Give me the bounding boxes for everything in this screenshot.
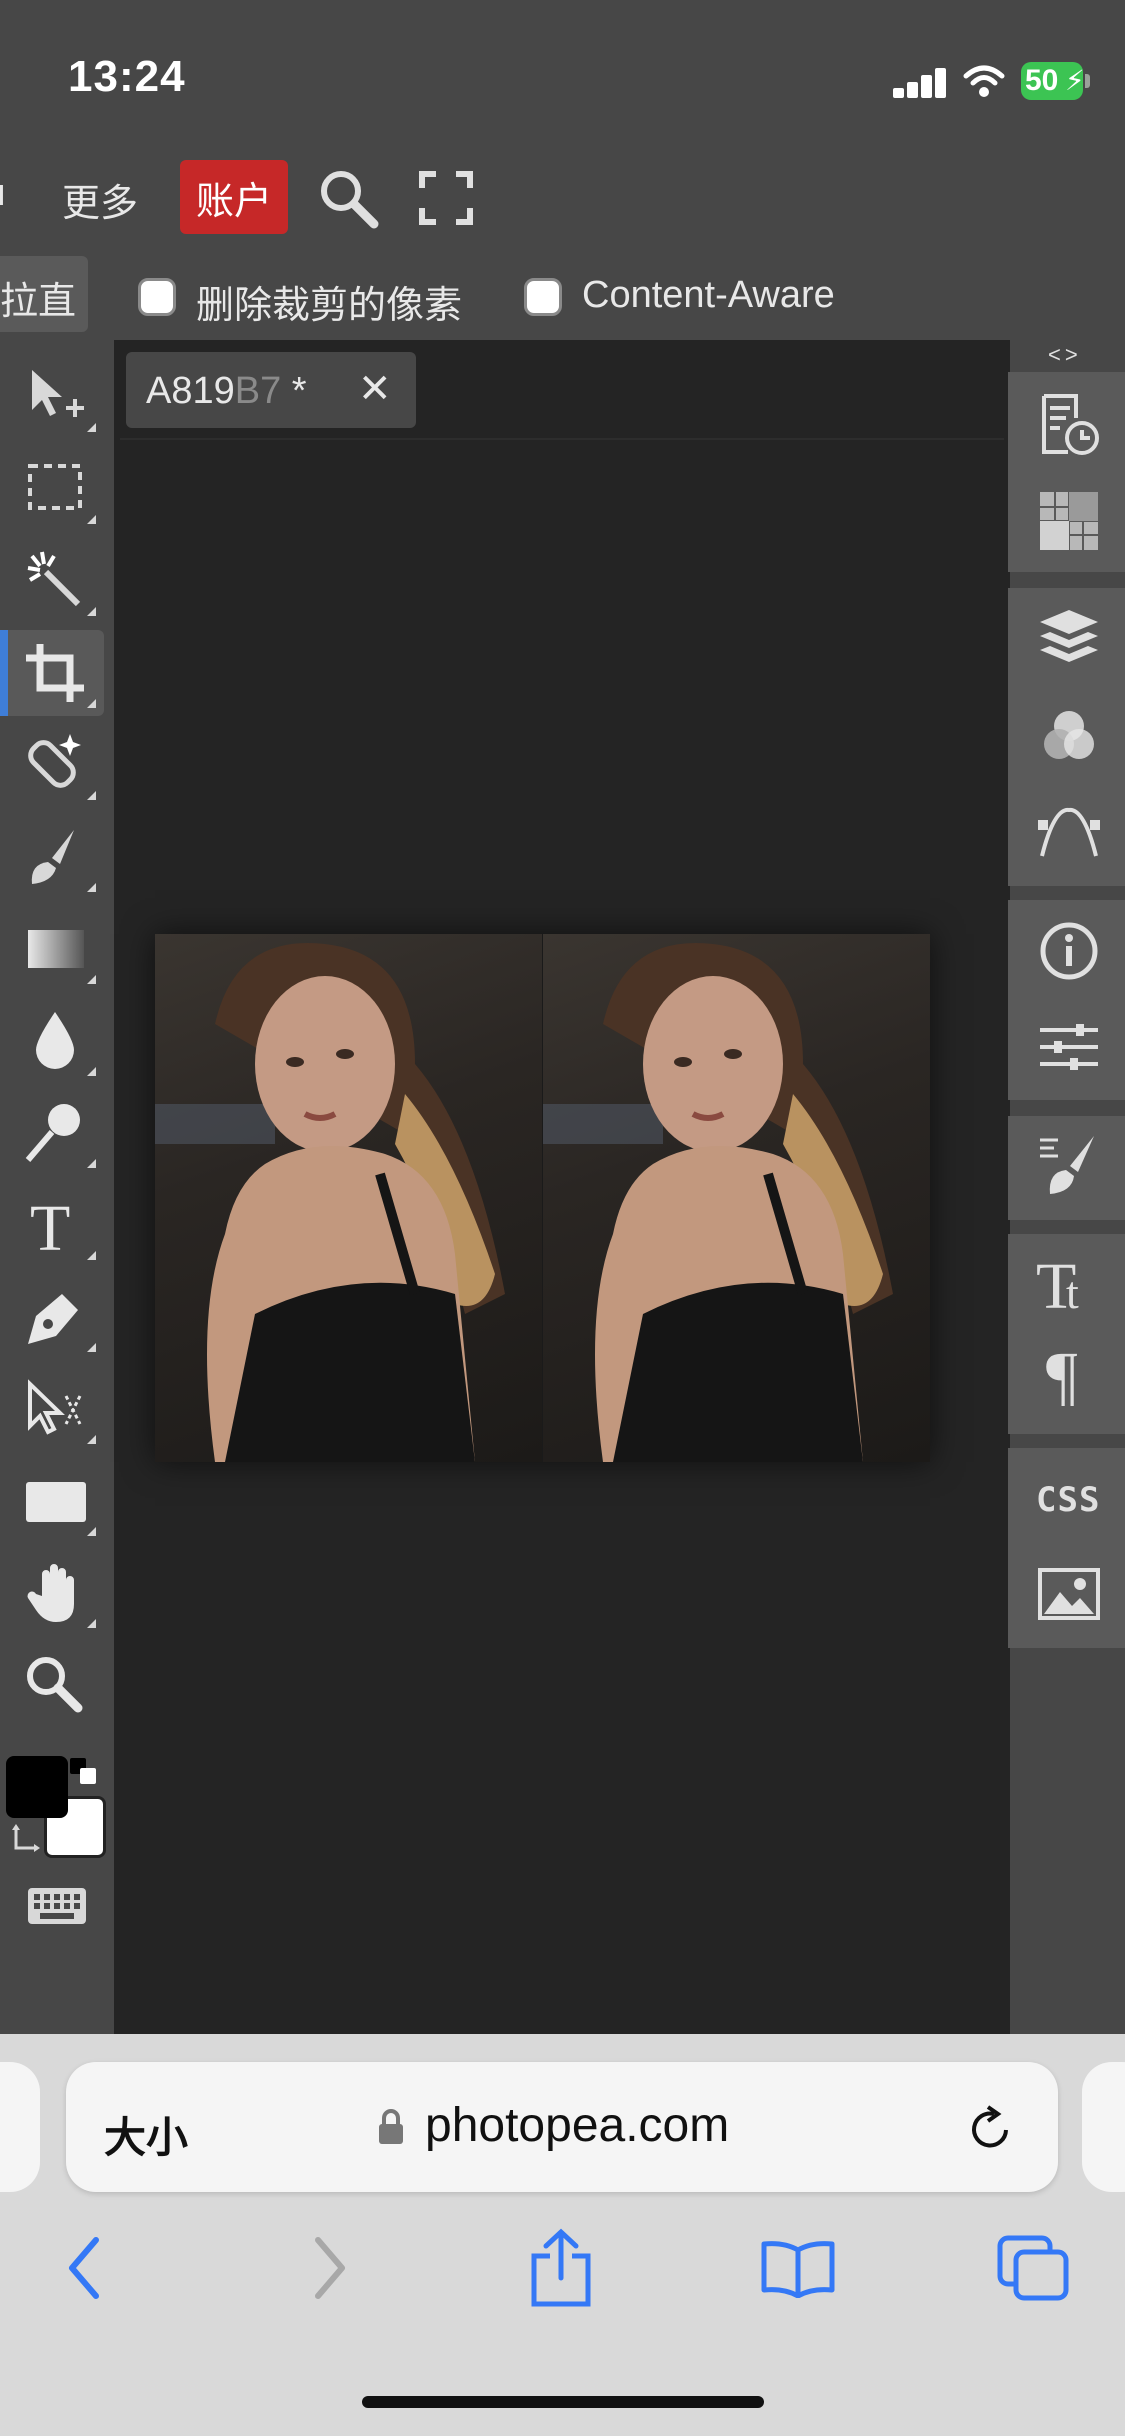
search-icon[interactable] [316, 166, 382, 232]
content-aware-label: Content-Aware [582, 274, 835, 316]
zoom-tool-icon [27, 1657, 83, 1713]
dodge-tool[interactable] [8, 1092, 104, 1176]
move-tool[interactable] [8, 356, 104, 440]
channels-icon[interactable] [1036, 704, 1102, 770]
photo-left [155, 934, 542, 1462]
adjustments-icon[interactable] [1036, 1014, 1102, 1080]
layers-icon[interactable] [1036, 606, 1102, 672]
info-icon[interactable] [1036, 918, 1102, 984]
document-tab-title-faded: B7 [234, 370, 282, 412]
history-icon[interactable] [1036, 392, 1102, 458]
svg-text:¶: ¶ [1046, 1340, 1078, 1406]
gradient-tool[interactable] [8, 908, 104, 992]
magic-wand-icon [27, 551, 81, 607]
zoom-tool[interactable] [8, 1644, 104, 1728]
reset-colors-icon[interactable] [70, 1758, 96, 1784]
active-tool-indicator [0, 630, 8, 716]
document-tab[interactable]: A819B7 * ✕ [126, 352, 416, 428]
swap-colors-icon[interactable] [10, 1822, 44, 1856]
path-select-icon [28, 1379, 82, 1435]
gradient-tool-icon [28, 930, 84, 968]
tab-bar-divider [120, 438, 1004, 440]
fullscreen-icon[interactable] [418, 170, 474, 226]
paragraph-icon[interactable]: ¶ [1036, 1340, 1102, 1406]
document-image[interactable] [155, 934, 930, 1462]
blur-tool[interactable] [8, 1000, 104, 1084]
delete-cropped-label: 删除裁剪的像素 [196, 285, 463, 327]
account-button[interactable]: 账户 [180, 160, 288, 234]
rectangle-tool[interactable] [8, 1460, 104, 1544]
straighten-button[interactable]: 拉直 [0, 256, 88, 332]
marquee-tool-icon [28, 464, 82, 510]
document-tab-title: A819B7 * [146, 370, 307, 412]
paths-icon[interactable] [1036, 800, 1102, 866]
type-tool[interactable]: T [8, 1184, 104, 1268]
path-select-tool[interactable] [8, 1368, 104, 1452]
svg-text:t: t [1066, 1267, 1079, 1314]
magic-wand-tool[interactable] [8, 540, 104, 624]
healing-brush-tool[interactable] [8, 724, 104, 808]
image-icon[interactable] [1036, 1562, 1102, 1628]
crop-tool[interactable] [8, 632, 104, 716]
back-icon[interactable] [64, 2236, 104, 2300]
close-tab-icon[interactable]: ✕ [358, 366, 392, 412]
delete-cropped-checkbox[interactable] [138, 278, 176, 316]
menu-more[interactable]: 更多 [62, 172, 138, 227]
home-indicator [362, 2396, 764, 2408]
charging-bolt-icon: ⚡ [1065, 65, 1085, 96]
move-tool-icon [32, 370, 84, 417]
panel-collapse-toggle[interactable]: <> [1048, 342, 1082, 368]
url-text: photopea.com [425, 2099, 730, 2152]
svg-text:T: T [30, 1192, 70, 1258]
blur-tool-icon [36, 1012, 74, 1069]
pen-tool-icon [28, 1294, 78, 1344]
content-aware-checkbox[interactable] [524, 278, 562, 316]
forward-icon[interactable] [310, 2236, 350, 2300]
brush-settings-icon[interactable] [1036, 1132, 1102, 1198]
dodge-tool-icon [25, 1104, 80, 1162]
foreground-color-swatch[interactable] [6, 1756, 68, 1818]
tabs-icon[interactable] [996, 2234, 1070, 2302]
brush-tool-icon [31, 830, 74, 884]
css-icon[interactable]: CSS [1036, 1480, 1100, 1520]
lock-icon [379, 2109, 403, 2144]
straighten-label: 拉直 [0, 281, 77, 323]
menu-item-partial[interactable]: ı [0, 172, 7, 215]
reload-icon[interactable] [966, 2104, 1016, 2154]
type-tool-icon: T [30, 1192, 70, 1258]
rectangle-tool-icon [26, 1482, 86, 1522]
wifi-icon [963, 65, 1005, 97]
healing-brush-icon [28, 734, 81, 788]
previous-tab-peek[interactable] [0, 2062, 40, 2192]
next-tab-peek[interactable] [1082, 2062, 1125, 2192]
pen-tool[interactable] [8, 1276, 104, 1360]
battery-tip [1085, 74, 1090, 88]
status-time: 13:24 [68, 52, 186, 101]
brush-tool[interactable] [8, 816, 104, 900]
text-size-button[interactable]: 大小 [104, 2104, 188, 2165]
share-icon[interactable] [528, 2228, 594, 2308]
battery-icon: 50 ⚡ [1021, 62, 1085, 100]
crop-tool-icon [26, 644, 84, 702]
character-icon[interactable]: T t [1036, 1248, 1102, 1314]
bookmarks-icon[interactable] [760, 2240, 836, 2298]
keyboard-icon[interactable] [26, 1886, 88, 1926]
hand-tool[interactable] [8, 1552, 104, 1636]
marquee-tool[interactable] [8, 448, 104, 532]
modified-marker: * [291, 370, 307, 412]
cellular-signal-icon [893, 68, 946, 98]
photo-right [543, 934, 930, 1462]
swatches-icon[interactable] [1036, 488, 1102, 554]
battery-percent: 50 [1025, 64, 1059, 97]
hand-tool-icon [27, 1564, 74, 1622]
